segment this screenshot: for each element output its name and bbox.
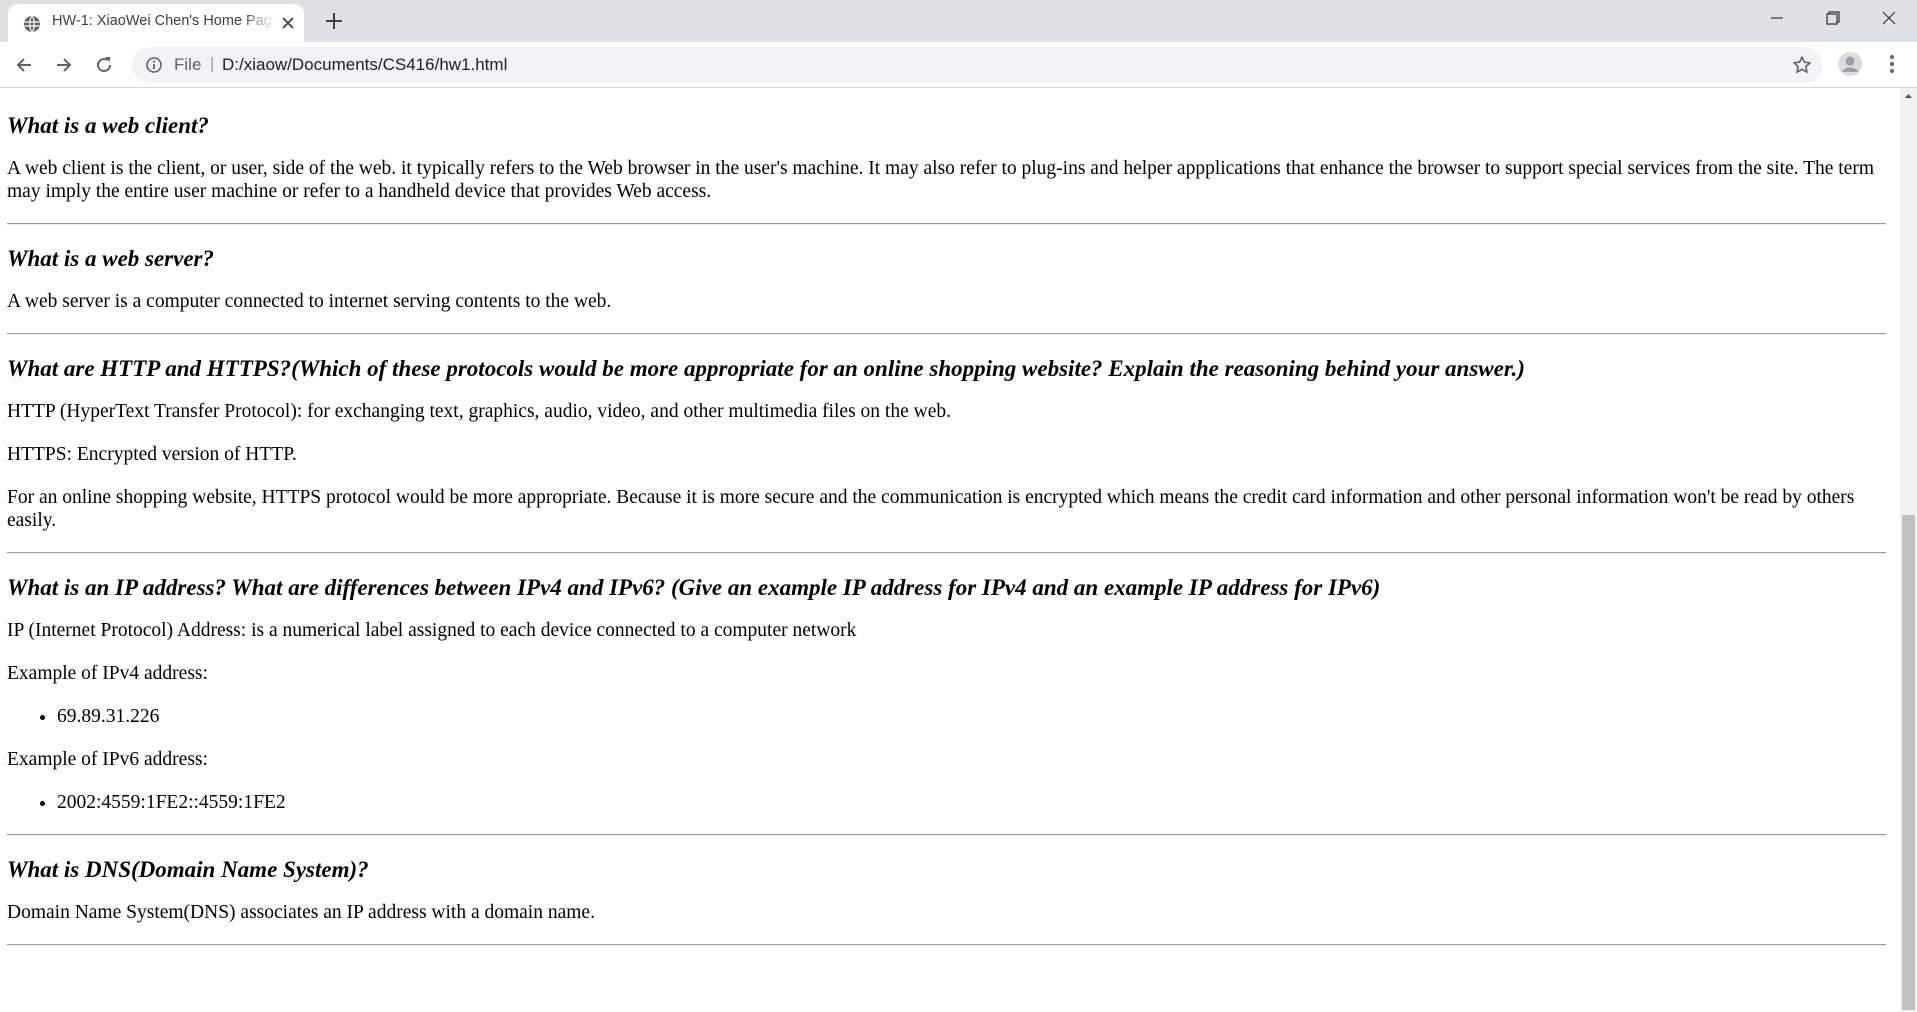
url-scheme-label: File [174, 55, 202, 74]
restore-button[interactable] [1805, 0, 1861, 38]
heading-ip-address: What is an IP address? What are differen… [7, 575, 1381, 600]
page-content: What is a web client? A web client is th… [7, 112, 1886, 966]
info-icon[interactable] [146, 57, 162, 73]
heading-http-https: What are HTTP and HTTPS?(Which of these … [7, 356, 1525, 381]
ipv6-list: 2002:4559:1FE2::4559:1FE2 [7, 791, 1886, 814]
url-separator: | [210, 54, 215, 73]
paragraph-https: HTTPS: Encrypted version of HTTP. [7, 444, 297, 465]
paragraph-http: HTTP (HyperText Transfer Protocol): for … [7, 401, 951, 422]
paragraph-shopping: For an online shopping website, HTTPS pr… [7, 487, 1855, 531]
back-button[interactable] [10, 51, 38, 79]
paragraph-web-server: A web server is a computer connected to … [7, 291, 612, 312]
ipv4-label: Example of IPv4 address: [7, 663, 208, 684]
section-divider [7, 333, 1886, 335]
ipv4-example: 69.89.31.226 [57, 705, 1886, 728]
heading-web-client: What is a web client? [7, 113, 209, 138]
page-viewport: What is a web client? A web client is th… [0, 88, 1900, 1012]
section-divider [7, 834, 1886, 836]
paragraph-ip-intro: IP (Internet Protocol) Address: is a num… [7, 620, 857, 641]
ipv6-label: Example of IPv6 address: [7, 749, 208, 770]
forward-button[interactable] [50, 51, 78, 79]
section-divider [7, 944, 1886, 946]
address-bar[interactable]: File | D:/xiaow/Documents/CS416/hw1.html [132, 47, 1822, 83]
close-window-button[interactable] [1861, 0, 1917, 38]
ipv4-list: 69.89.31.226 [7, 705, 1886, 728]
heading-dns: What is DNS(Domain Name System)? [7, 857, 369, 882]
globe-icon [23, 15, 41, 33]
reload-button[interactable] [90, 51, 118, 79]
ipv6-example: 2002:4559:1FE2::4559:1FE2 [57, 791, 1886, 814]
paragraph-web-client: A web client is the client, or user, sid… [7, 158, 1875, 202]
heading-web-server: What is a web server? [7, 246, 214, 271]
new-tab-button[interactable] [320, 9, 348, 33]
active-tab[interactable]: HW-1: XiaoWei Chen's Home Page [8, 4, 304, 42]
tab-title: HW-1: XiaoWei Chen's Home Page [52, 13, 274, 29]
close-tab-icon[interactable] [278, 13, 298, 33]
paragraph-dns: Domain Name System(DNS) associates an IP… [7, 902, 595, 923]
tab-strip: HW-1: XiaoWei Chen's Home Page [0, 0, 1917, 42]
minimize-button[interactable] [1749, 0, 1805, 38]
url-text[interactable]: D:/xiaow/Documents/CS416/hw1.html [222, 55, 507, 75]
more-menu-icon[interactable] [1878, 50, 1906, 78]
browser-toolbar: File | D:/xiaow/Documents/CS416/hw1.html [0, 42, 1917, 88]
bookmark-star-icon[interactable] [1792, 55, 1812, 75]
vertical-scrollbar[interactable] [1900, 88, 1917, 1012]
scroll-up-arrow-icon[interactable] [1900, 88, 1917, 105]
profile-avatar-icon[interactable] [1836, 50, 1864, 78]
scrollbar-thumb[interactable] [1902, 515, 1915, 1010]
section-divider [7, 223, 1886, 225]
section-divider [7, 552, 1886, 554]
